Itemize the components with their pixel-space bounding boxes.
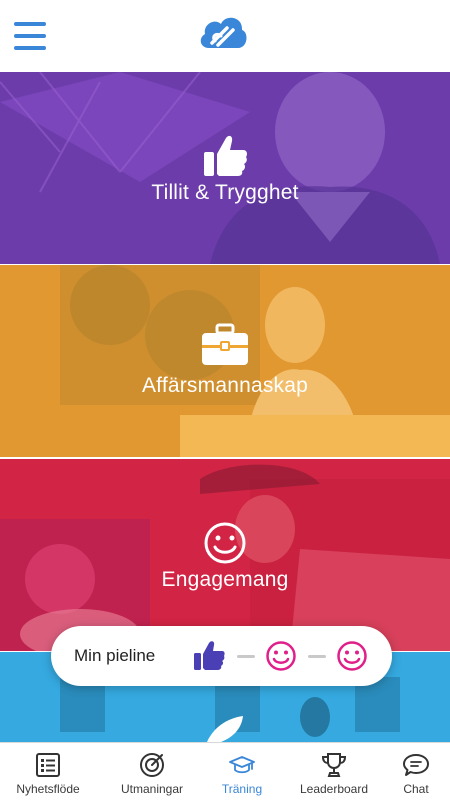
nav-item-utmaningar[interactable]: Utmaningar xyxy=(104,743,200,801)
nav-item-traning[interactable]: Träning xyxy=(194,743,290,801)
smiley-icon[interactable] xyxy=(336,640,368,672)
graduation-cap-icon xyxy=(229,756,255,774)
briefcase-icon xyxy=(202,323,248,365)
thumbs-up-icon[interactable] xyxy=(193,640,225,672)
nav-label: Utmaningar xyxy=(120,782,184,796)
app-header xyxy=(0,0,450,72)
card-title: Engagemang xyxy=(161,568,289,591)
card-title: Tillit & Trygghet xyxy=(151,181,299,204)
nav-label: Nyhetsflöde xyxy=(16,782,80,796)
nav-item-nyhetsflode[interactable]: Nyhetsflöde xyxy=(0,743,96,801)
smiley-icon xyxy=(204,522,246,564)
pipeline-title: Min pieline xyxy=(74,646,156,665)
pipeline-separator xyxy=(308,655,326,658)
news-list-icon xyxy=(36,753,60,777)
hamburger-menu-icon[interactable] xyxy=(14,22,46,50)
nav-item-leaderboard[interactable]: Leaderboard xyxy=(286,743,382,801)
pipeline-bar[interactable]: Min pieline xyxy=(51,626,392,686)
training-card-engagemang[interactable]: Engagemang xyxy=(0,459,450,651)
training-card-tillit[interactable]: Tillit & Trygghet xyxy=(0,72,450,264)
pipeline-separator xyxy=(237,655,255,658)
thumbs-up-icon xyxy=(204,135,247,176)
chat-bubble-icon xyxy=(403,754,429,776)
smiley-icon[interactable] xyxy=(265,640,297,672)
bottom-navigation: Nyhetsflöde Utmaningar Träning Leaderboa… xyxy=(0,742,450,801)
nav-label: Leaderboard xyxy=(299,782,369,796)
cloud-logo-icon xyxy=(200,17,247,48)
nav-item-chat[interactable]: Chat xyxy=(382,743,450,801)
rocket-icon xyxy=(207,716,243,742)
nav-label: Chat xyxy=(403,782,429,796)
card-title: Affärsmannaskap xyxy=(141,374,309,397)
training-card-affarsmannaskap[interactable]: Affärsmannaskap xyxy=(0,265,450,457)
target-icon xyxy=(140,753,164,777)
nav-label: Träning xyxy=(221,782,263,796)
trophy-icon xyxy=(321,753,347,777)
